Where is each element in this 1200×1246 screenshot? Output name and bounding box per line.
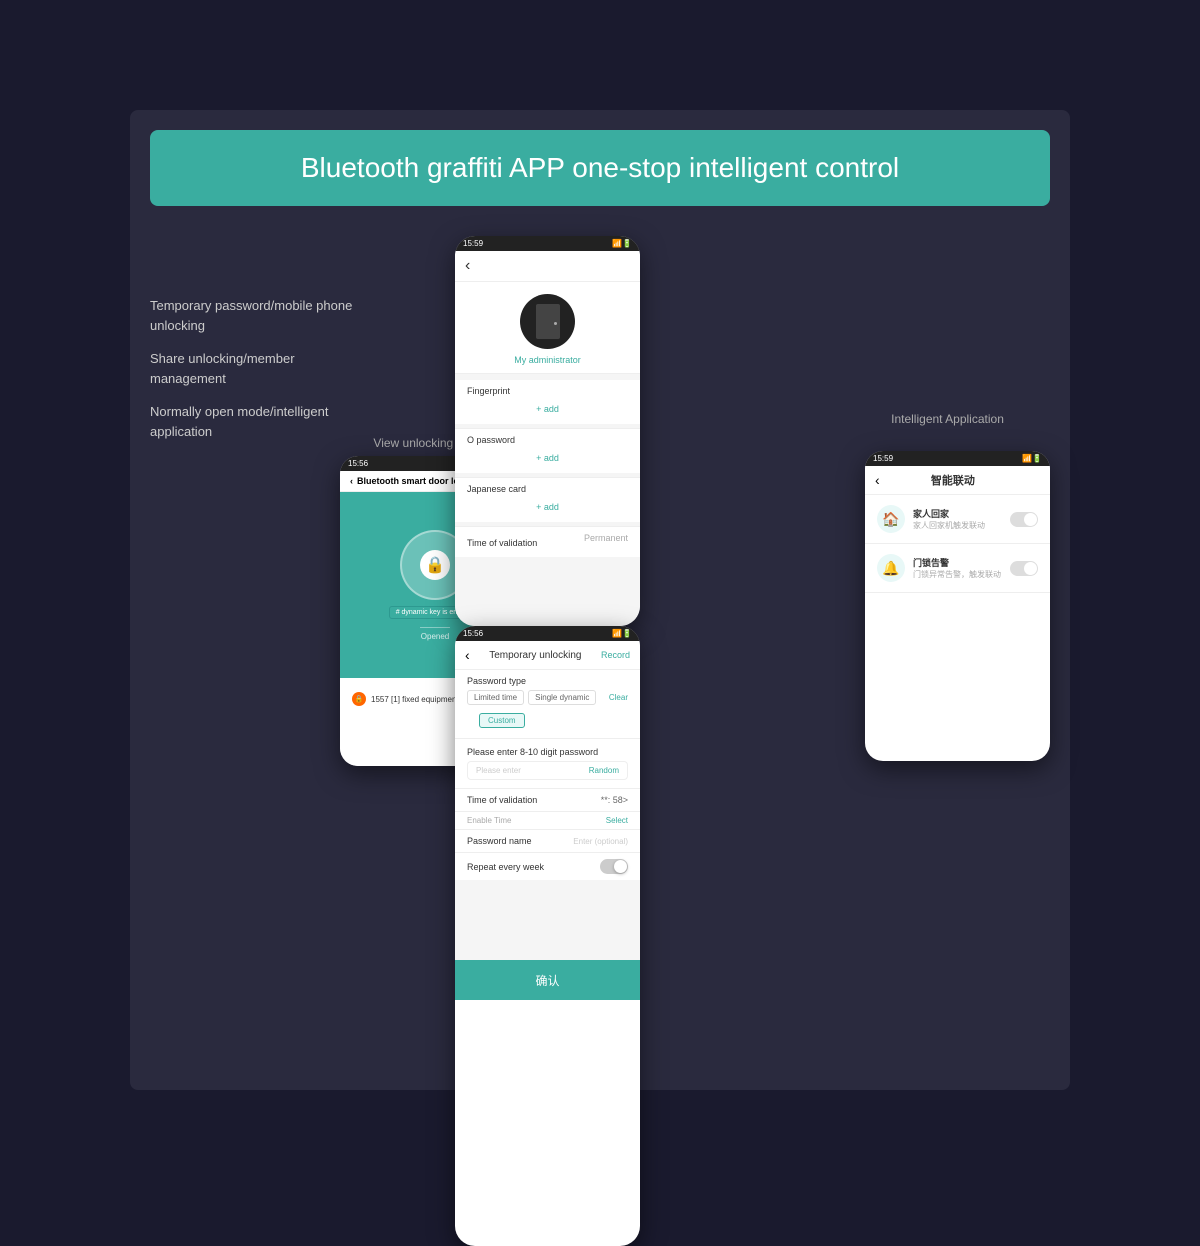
right-nav: ‹ 智能联动	[865, 466, 1050, 495]
alert-icon: 🔔	[877, 554, 905, 582]
back-arrow-left[interactable]: ‹	[350, 476, 353, 486]
left-panel: Temporary password/mobile phone unlockin…	[150, 236, 370, 1056]
back-arrow-right[interactable]: ‹	[875, 472, 880, 488]
temp-validation-value: **: 58>	[601, 795, 628, 805]
clear-button[interactable]: Clear	[609, 693, 628, 702]
item2-title: 门锁告警	[913, 556, 1010, 569]
opened-label: Opened	[421, 632, 449, 641]
status-bar-right: 15:59 📶🔋	[865, 451, 1050, 466]
confirm-btn[interactable]: 确认	[455, 960, 640, 1000]
validation-value: Permanent	[584, 533, 628, 543]
temp-validation-row: Time of validation **: 58>	[455, 789, 640, 812]
avatar	[520, 294, 575, 349]
random-button[interactable]: Random	[589, 766, 619, 775]
equip-icon: 🔒	[352, 692, 366, 706]
item1-toggle[interactable]	[1010, 512, 1038, 527]
password-title: O password	[467, 435, 628, 445]
main-content: My administrator Fingerprint + add O pas…	[455, 282, 640, 626]
home-icon: 🏠	[877, 505, 905, 533]
confirm-label: 确认	[535, 972, 559, 989]
back-arrow-main[interactable]: ‹	[465, 257, 470, 275]
door-icon	[536, 304, 560, 339]
lock-icon[interactable]: 🔒	[420, 550, 450, 580]
header-title: Bluetooth graffiti APP one-stop intellig…	[180, 152, 1020, 184]
pwd-input-label: Please enter 8-10 digit password	[467, 747, 628, 757]
intelligent-item-1[interactable]: 🏠 家人回家 家人回家机触发联动	[865, 495, 1050, 544]
temp-validation-label: Time of validation	[467, 795, 537, 805]
validation-section: Time of validation Permanent	[455, 526, 640, 557]
phone-intelligent: 15:59 📶🔋 ‹ 智能联动 🏠 家人回家 家人回家机触发联动	[865, 451, 1050, 761]
phones-area: View unlocking records 15:56 📶🔋 ‹ Blueto…	[370, 236, 1050, 1056]
feature2-text: Share unlocking/member management	[150, 349, 370, 388]
validation-title: Time of validation	[467, 538, 537, 548]
intelligent-app-label: Intelligent Application	[855, 411, 1040, 428]
single-dynamic-option[interactable]: Single dynamic	[528, 690, 596, 705]
status-bar-temp: 15:56 📶🔋	[455, 626, 640, 641]
repeat-toggle[interactable]	[600, 859, 628, 874]
right-title: 智能联动	[931, 472, 975, 488]
temp-nav: ‹ Temporary unlocking Record	[455, 641, 640, 670]
intelligent-item-2[interactable]: 🔔 门锁告警 门锁异常告警，触发联动	[865, 544, 1050, 593]
repeat-row: Repeat every week	[455, 853, 640, 880]
enable-time-label: Enable Time	[467, 816, 511, 825]
password-add[interactable]: + add	[467, 449, 628, 467]
time-left: 15:56	[348, 459, 368, 468]
temp-title: Temporary unlocking	[489, 650, 581, 661]
feature1-text: Temporary password/mobile phone unlockin…	[150, 296, 370, 335]
pwd-type-options: Limited time Single dynamic Clear	[467, 690, 628, 705]
back-arrow-temp[interactable]: ‹	[465, 647, 470, 663]
enable-time-row: Enable Time Select	[455, 812, 640, 830]
admin-avatar-section: My administrator	[455, 282, 640, 374]
fingerprint-add[interactable]: + add	[467, 400, 628, 418]
icons-temp: 📶🔋	[612, 629, 632, 638]
equipment-label: 1557 [1] fixed equipment	[371, 695, 459, 704]
item1-title: 家人回家	[913, 507, 1010, 520]
feature3-text: Normally open mode/intelligent applicati…	[150, 402, 370, 441]
main-nav: ‹	[455, 251, 640, 282]
item2-sub: 门锁异常告警，触发联动	[913, 569, 1010, 580]
time-temp: 15:56	[463, 629, 483, 638]
pwd-name-row: Password name Enter (optional)	[455, 830, 640, 853]
item2-text: 门锁告警 门锁异常告警，触发联动	[913, 556, 1010, 580]
icons-right: 📶🔋	[1022, 454, 1042, 463]
admin-label: My administrator	[514, 355, 581, 365]
time-main: 15:59	[463, 239, 483, 248]
card-add[interactable]: + add	[467, 498, 628, 516]
pwd-input-placeholder: Please enter	[476, 766, 589, 775]
pwd-name-input[interactable]: Enter (optional)	[573, 837, 628, 846]
main-container: Bluetooth graffiti APP one-stop intellig…	[130, 110, 1070, 1090]
pwd-type-label: Password type	[467, 676, 628, 686]
custom-button[interactable]: Custom	[479, 713, 525, 728]
pwd-name-label: Password name	[467, 836, 532, 846]
card-section: Japanese card + add	[455, 477, 640, 522]
item2-toggle[interactable]	[1010, 561, 1038, 576]
item1-sub: 家人回家机触发联动	[913, 520, 1010, 531]
repeat-label: Repeat every week	[467, 862, 544, 872]
content-area: Temporary password/mobile phone unlockin…	[150, 236, 1050, 1056]
temp-record[interactable]: Record	[601, 650, 630, 660]
lock-nav-title: Bluetooth smart door lock	[357, 476, 469, 486]
enable-time-value[interactable]: Select	[606, 816, 628, 825]
phone-temp-unlock: 15:56 📶🔋 ‹ Temporary unlocking Record Pa…	[455, 626, 640, 1246]
status-bar-main: 15:59 📶🔋	[455, 236, 640, 251]
limited-time-option[interactable]: Limited time	[467, 690, 524, 705]
card-title: Japanese card	[467, 484, 628, 494]
item1-text: 家人回家 家人回家机触发联动	[913, 507, 1010, 531]
phone-admin: 15:59 📶🔋 ‹ My administrator Fingerprint	[455, 236, 640, 626]
pwd-type-row: Password type Limited time Single dynami…	[455, 670, 640, 739]
pwd-input-row[interactable]: Please enter Random	[467, 761, 628, 780]
pwd-input-section: Please enter 8-10 digit password Please …	[455, 739, 640, 789]
time-right: 15:59	[873, 454, 893, 463]
header-banner: Bluetooth graffiti APP one-stop intellig…	[150, 130, 1050, 206]
password-section: O password + add	[455, 428, 640, 473]
fingerprint-section: Fingerprint + add	[455, 380, 640, 424]
icons-main: 📶🔋	[612, 239, 632, 248]
fingerprint-title: Fingerprint	[467, 386, 628, 396]
